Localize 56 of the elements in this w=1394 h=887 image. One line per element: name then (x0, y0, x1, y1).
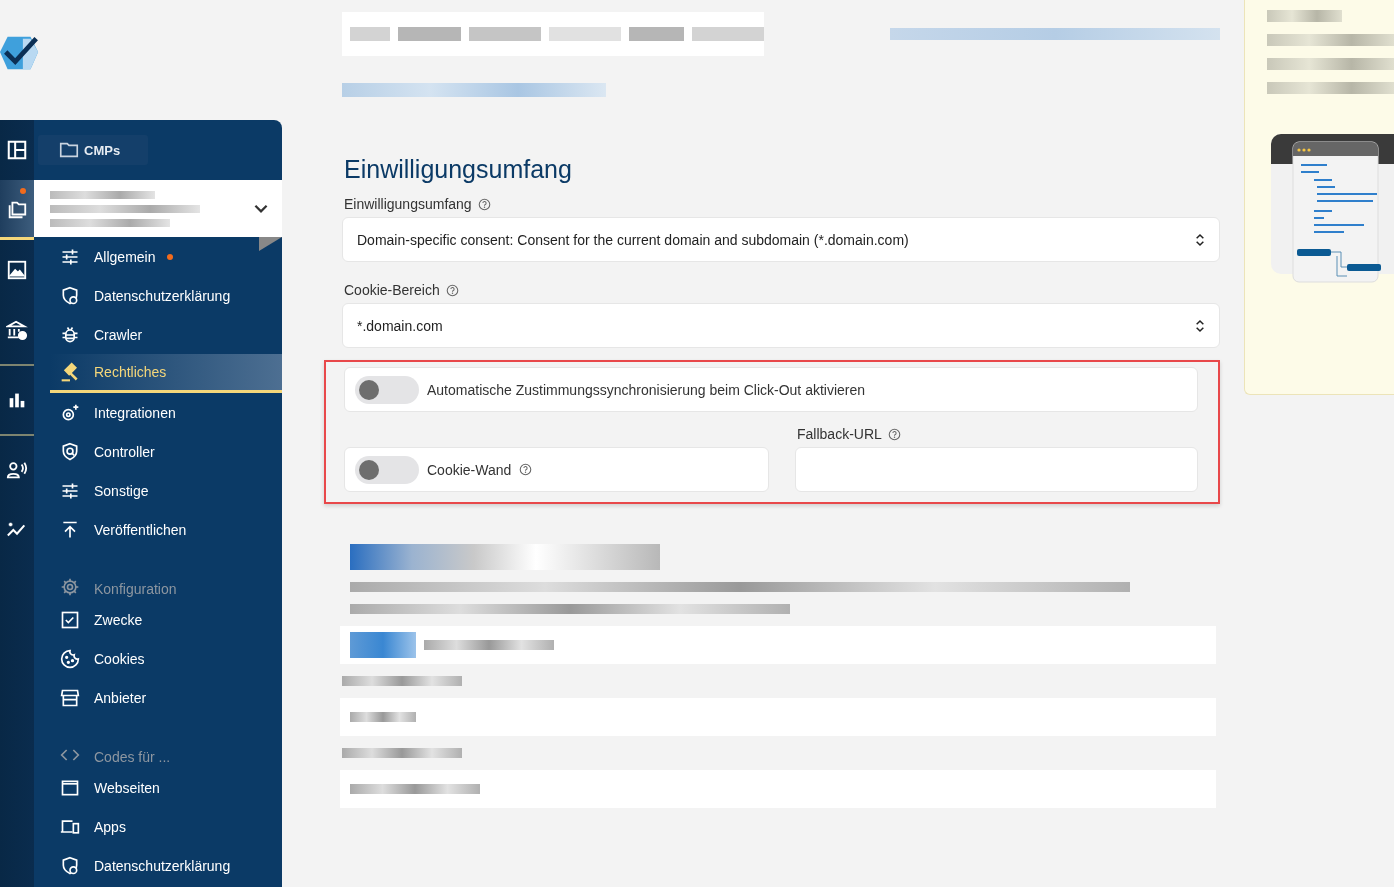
toggle-switch[interactable] (355, 375, 419, 404)
menu-section-heading: Konfiguration (94, 581, 177, 597)
shield-user-icon (60, 855, 80, 876)
menu-item[interactable]: Controller (50, 432, 282, 471)
menu-item[interactable]: Datenschutzerklärung (50, 846, 282, 885)
help-icon (477, 197, 491, 211)
toggle-label: Automatische Zustimmungssynchronisierung beim Click-Out aktivieren (427, 381, 866, 398)
menu-item[interactable]: Crawler (50, 315, 282, 354)
toggle-switch[interactable] (355, 455, 419, 484)
panel-fold (259, 237, 282, 251)
menu-item[interactable]: Sonstige (50, 471, 282, 510)
help-icon (445, 283, 459, 297)
chevron-down-icon (254, 204, 268, 213)
up-down-icon (1195, 232, 1205, 247)
gear-icon (60, 577, 80, 597)
bug-icon (60, 324, 80, 345)
blurred-text (549, 27, 621, 41)
url-input[interactable] (795, 447, 1198, 492)
up-down-icon (1195, 318, 1205, 333)
cookie-icon (60, 648, 80, 669)
gear-spark-icon (60, 402, 80, 423)
menu-item[interactable]: Datenschutzerklärung (50, 276, 282, 315)
help-icon (887, 427, 901, 441)
person-icon (6, 459, 28, 481)
gavel-icon (60, 362, 80, 382)
menu-item[interactable]: Cookies (50, 639, 282, 678)
section-title: Einwilligungsumfang (344, 155, 573, 184)
menu-item[interactable]: Zwecke (50, 600, 282, 639)
tooltip-text: CMPs (84, 142, 121, 158)
menu-item[interactable]: Allgemein (50, 237, 282, 276)
upload-icon (60, 519, 80, 540)
blurred-text (628, 27, 685, 41)
menu-section-heading: Codes für ... (94, 749, 171, 765)
shield-q-icon (60, 441, 80, 462)
menu-item[interactable]: Rechtliches (50, 354, 282, 393)
shield-user-icon (60, 285, 80, 306)
select-field[interactable]: *.domain.com (342, 303, 1220, 348)
menu-item[interactable]: Veröffentlichen (50, 510, 282, 549)
image-icon (6, 259, 28, 281)
menu-item[interactable]: Integrationen (50, 393, 282, 432)
menu-item[interactable]: Webseiten (50, 768, 282, 807)
blurred-text (397, 27, 462, 41)
menu-item[interactable]: Apps (50, 807, 282, 846)
field-label: Fallback-URL (797, 426, 882, 442)
checkbox-icon (60, 609, 80, 630)
field-label: Einwilligungsumfang (344, 196, 472, 212)
toggle-label: Cookie-Wand (427, 461, 512, 478)
help-icon (519, 463, 533, 476)
blurred-text (692, 27, 764, 41)
menu-item[interactable]: Anbieter (50, 678, 282, 717)
store-icon (60, 687, 80, 708)
field-label: Cookie-Bereich (344, 282, 440, 298)
layout-icon (6, 139, 28, 161)
bank-icon (6, 319, 28, 341)
blurred-text (350, 27, 390, 41)
select-field[interactable]: Domain-specific consent: Consent for the current domain and subdomain (*.domain.com) (342, 217, 1220, 262)
